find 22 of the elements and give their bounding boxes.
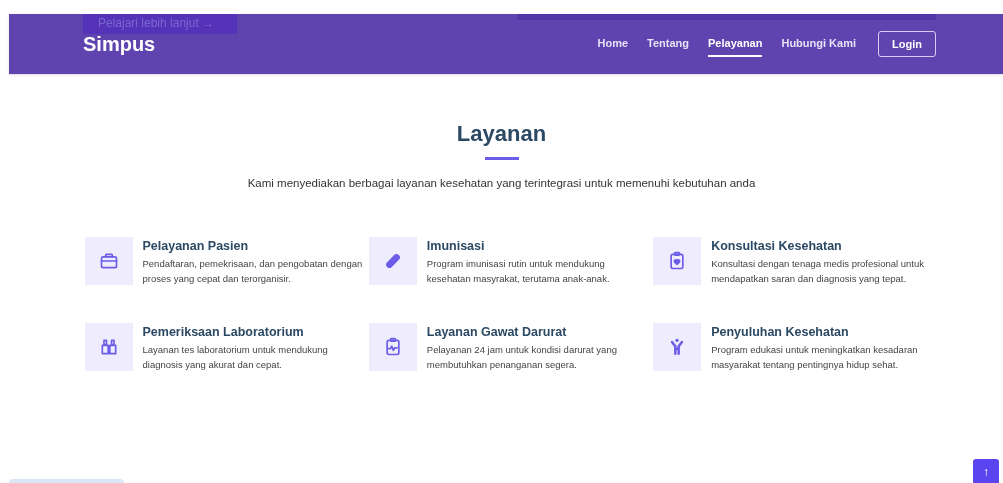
login-button[interactable]: Login — [878, 31, 936, 57]
nav-link[interactable]: Pelayanan — [708, 30, 763, 58]
title-underline — [484, 157, 519, 160]
service-title: Pelayanan Pasien — [142, 238, 250, 255]
service-description: Konsultasi dengan tenaga medis profesional untuk mendapatkan saran dan diagnosis yang tepat. — [711, 257, 925, 287]
service-description: Program imunisasi rutin untuk mendukung kesehatan masyrakat, terutama anak-anak. — [426, 257, 611, 287]
back-to-top-button[interactable]: ↑ — [973, 459, 999, 483]
service-description: Program edukasi untuk meningkatkan kesadaran masyarakat tentang pentingnya hidup sehat. — [711, 343, 919, 373]
nav-link[interactable]: Tentang — [647, 30, 689, 58]
section-subtitle: Kami menyediakan berbagai layanan kesehatan yang terintegrasi untuk memenuhi kebutuhan anda — [247, 176, 756, 191]
briefcase-icon — [98, 251, 119, 272]
section-title: Layanan — [456, 120, 547, 148]
nav-link[interactable]: Hubungi Kami — [781, 30, 856, 58]
service-title: Pemeriksaan Laboratorium — [142, 324, 305, 341]
service-description: Pelayanan 24 jam untuk kondisi darurat yang membutuhkan penanganan segera. — [426, 343, 618, 373]
service-title: Imunisasi — [426, 238, 486, 255]
service-title: Layanan Gawat Darurat — [426, 324, 568, 341]
service-description: Layanan tes laboratorium untuk mendukung diagnosis yang akurat dan cepat. — [142, 343, 329, 373]
service-title: Konsultasi Kesehatan — [711, 238, 843, 255]
service-title: Penyuluhan Kesehatan — [711, 324, 850, 341]
nav-link[interactable]: Home — [597, 30, 629, 58]
service-description: Pendaftaran, pemekrisaan, dan pengobatan dengan proses yang cepat dan terorganisir. — [142, 257, 364, 287]
